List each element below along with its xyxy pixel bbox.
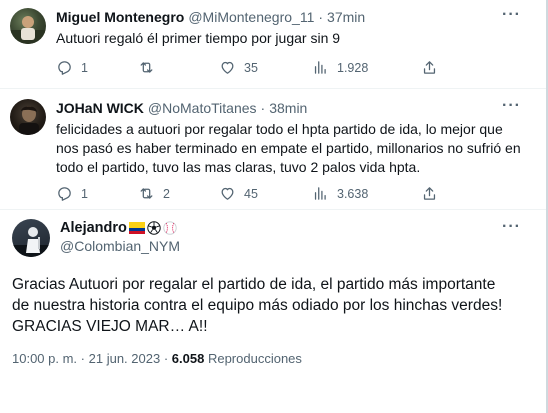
heart-icon bbox=[221, 61, 234, 74]
retweet-button[interactable] bbox=[138, 59, 163, 76]
tweet-text-line: todo el partido, tuvo las mas claras, tu… bbox=[56, 159, 421, 175]
share-icon bbox=[423, 61, 436, 74]
heart-icon bbox=[221, 187, 234, 200]
separator-dot: · bbox=[260, 100, 266, 116]
like-count: 45 bbox=[244, 186, 258, 201]
share-icon bbox=[423, 187, 436, 200]
display-name[interactable]: Alejandro bbox=[60, 220, 127, 236]
reply-icon bbox=[58, 61, 71, 75]
more-icon[interactable]: ··· bbox=[502, 97, 521, 115]
user-handle[interactable]: @MiMontenegro_11 bbox=[188, 9, 314, 25]
more-icon[interactable]: ··· bbox=[502, 6, 521, 24]
tweet-header: JOHaN WICK @NoMatoTitanes · 38min bbox=[56, 100, 307, 116]
display-name-row: Alejandro bbox=[60, 220, 177, 236]
like-count: 35 bbox=[244, 60, 258, 75]
retweet-count: 2 bbox=[163, 186, 170, 201]
timestamp[interactable]: 38min bbox=[269, 100, 307, 116]
reply-count: 1 bbox=[81, 60, 88, 75]
tweet-text-line: nos pasó es haber terminado en empate el… bbox=[56, 140, 521, 156]
separator-dot: · bbox=[80, 351, 89, 366]
tweet-text-line: de nuestra historia contra el equipo más… bbox=[12, 297, 503, 314]
user-handle[interactable]: @NoMatoTitanes bbox=[148, 100, 257, 116]
views-count: 1.928 bbox=[337, 60, 369, 75]
tweet-text-line: felicidades a autuori por regalar todo e… bbox=[56, 121, 503, 137]
tweet-time[interactable]: 10:00 p. m. bbox=[12, 351, 77, 366]
tweet-date[interactable]: 21 jun. 2023 bbox=[89, 351, 161, 366]
views-chart-icon bbox=[314, 187, 326, 200]
views-button[interactable]: 1.928 bbox=[312, 59, 368, 76]
separator-dot: · bbox=[318, 9, 324, 25]
avatar[interactable] bbox=[10, 8, 46, 44]
views-count: 3.638 bbox=[337, 186, 369, 201]
share-button[interactable] bbox=[421, 185, 438, 202]
separator-dot: · bbox=[163, 351, 172, 366]
like-button[interactable]: 45 bbox=[219, 185, 258, 202]
avatar[interactable] bbox=[10, 99, 46, 135]
tweet-text: Gracias Autuori por regalar el partido d… bbox=[12, 274, 537, 337]
tweet-text-line: GRACIAS VIEJO MAR… A!! bbox=[12, 318, 208, 335]
colombia-flag-icon bbox=[128, 222, 145, 234]
more-icon[interactable]: ··· bbox=[502, 218, 521, 236]
tweet-1[interactable]: Miguel Montenegro @MiMontenegro_11 · 37m… bbox=[0, 0, 548, 88]
views-label: Reproducciones bbox=[207, 351, 302, 366]
reply-count: 1 bbox=[81, 186, 88, 201]
tweet-header: Miguel Montenegro @MiMontenegro_11 · 37m… bbox=[56, 9, 365, 25]
reply-button[interactable]: 1 bbox=[56, 185, 88, 202]
user-handle[interactable]: @Colombian_NYM bbox=[60, 238, 180, 254]
views-button[interactable]: 3.638 bbox=[312, 185, 368, 202]
soccer-ball-icon bbox=[147, 221, 161, 235]
like-button[interactable]: 35 bbox=[219, 59, 258, 76]
timestamp[interactable]: 37min bbox=[327, 9, 365, 25]
avatar-image bbox=[19, 106, 39, 135]
tweet-text-line: Gracias Autuori por regalar el partido d… bbox=[12, 276, 496, 293]
reply-icon bbox=[58, 187, 71, 201]
avatar-image bbox=[12, 227, 50, 257]
display-name[interactable]: JOHaN WICK bbox=[56, 100, 144, 116]
main-tweet: Alejandro @Colombian_NYM ··· Gracias Aut… bbox=[0, 210, 548, 413]
tweet-metadata: 10:00 p. m. · 21 jun. 2023 · 6.058 Repro… bbox=[12, 351, 302, 366]
action-bar: 1 35 1.928 bbox=[56, 59, 446, 77]
views-chart-icon bbox=[314, 61, 326, 74]
retweet-icon bbox=[140, 62, 153, 73]
avatar[interactable] bbox=[12, 219, 50, 257]
retweet-button[interactable]: 2 bbox=[138, 185, 170, 202]
tweet-2[interactable]: JOHaN WICK @NoMatoTitanes · 38min ··· fe… bbox=[0, 89, 548, 209]
baseball-icon bbox=[163, 221, 177, 235]
views-count[interactable]: 6.058 bbox=[172, 351, 205, 366]
avatar-image bbox=[10, 16, 46, 44]
display-name[interactable]: Miguel Montenegro bbox=[56, 9, 184, 25]
tweet-text: felicidades a autuori por regalar todo e… bbox=[56, 120, 536, 177]
tweet-text: Autuori regaló él primer tiempo por juga… bbox=[56, 30, 341, 46]
share-button[interactable] bbox=[421, 59, 438, 76]
action-bar: 1 2 45 3.638 bbox=[56, 185, 446, 203]
reply-button[interactable]: 1 bbox=[56, 59, 88, 76]
retweet-icon bbox=[140, 188, 153, 199]
